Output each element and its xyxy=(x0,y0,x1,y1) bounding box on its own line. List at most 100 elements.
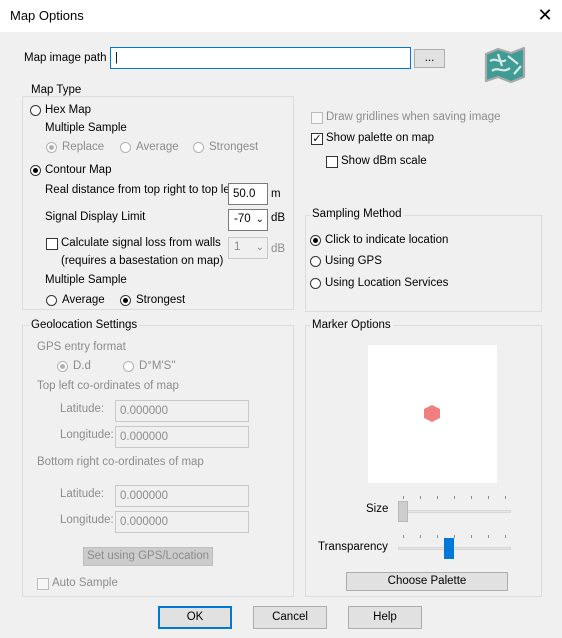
size-tick xyxy=(454,496,455,499)
map-icon xyxy=(484,46,526,84)
calc-signal-loss-label[interactable]: Calculate signal loss from walls xyxy=(61,237,221,249)
wall-loss-select[interactable]: 1 ⌄ xyxy=(228,237,268,259)
using-gps-label[interactable]: Using GPS xyxy=(325,255,382,267)
location-services-radio[interactable] xyxy=(310,278,321,289)
signal-display-limit-select[interactable]: -70 ⌄ xyxy=(228,209,268,231)
set-using-gps-button[interactable]: Set using GPS/Location xyxy=(83,547,213,566)
bottom-right-coords-label: Bottom right co-ordinates of map xyxy=(37,456,204,468)
location-services-label[interactable]: Using Location Services xyxy=(325,277,448,289)
signal-display-limit-unit: dB xyxy=(271,212,286,224)
calc-signal-loss-checkbox[interactable] xyxy=(46,238,58,250)
top-left-latitude-label: Latitude: xyxy=(60,403,105,415)
browse-button[interactable]: ... xyxy=(414,49,445,68)
size-label: Size xyxy=(366,503,389,515)
hex-map-radio[interactable] xyxy=(30,105,41,116)
size-slider-track xyxy=(398,510,511,513)
auto-sample-label[interactable]: Auto Sample xyxy=(52,577,118,589)
using-gps-radio[interactable] xyxy=(310,256,321,267)
transparency-tick xyxy=(420,535,421,538)
contour-average-label[interactable]: Average xyxy=(62,294,105,306)
marker-options-legend: Marker Options xyxy=(310,319,393,331)
contour-strongest-radio[interactable] xyxy=(120,295,131,306)
wall-loss-unit: dB xyxy=(271,243,286,255)
contour-strongest-label[interactable]: Strongest xyxy=(136,294,185,306)
size-tick xyxy=(420,496,421,499)
sampling-method-legend: Sampling Method xyxy=(310,208,404,220)
contour-multiple-sample-label: Multiple Sample xyxy=(45,274,127,286)
hex-average-radio[interactable] xyxy=(120,142,131,153)
transparency-tick xyxy=(437,535,438,538)
contour-average-radio[interactable] xyxy=(46,295,57,306)
size-tick xyxy=(471,496,472,499)
marker-preview xyxy=(368,345,497,483)
hex-map-label[interactable]: Hex Map xyxy=(45,104,91,116)
bottom-right-longitude-label: Longitude: xyxy=(60,514,114,526)
hex-average-label[interactable]: Average xyxy=(136,141,179,153)
bottom-right-latitude-label: Latitude: xyxy=(60,488,105,500)
draw-gridlines-label[interactable]: Draw gridlines when saving image xyxy=(326,111,501,123)
size-tick xyxy=(403,496,404,499)
hex-strongest-radio[interactable] xyxy=(193,142,204,153)
map-image-path-label: Map image path xyxy=(24,52,107,64)
transparency-tick xyxy=(454,535,455,538)
transparency-slider[interactable] xyxy=(398,535,511,561)
close-icon[interactable]: ✕ xyxy=(535,4,555,26)
show-dbm-scale-checkbox[interactable] xyxy=(326,156,338,168)
calc-signal-loss-note: (requires a basestation on map) xyxy=(61,255,224,267)
click-location-radio[interactable] xyxy=(310,235,321,246)
signal-display-limit-label: Signal Display Limit xyxy=(45,211,146,223)
real-distance-label: Real distance from top right to top left xyxy=(45,184,237,196)
show-palette-label[interactable]: Show palette on map xyxy=(326,132,434,144)
dms-radio[interactable] xyxy=(123,361,134,372)
hex-strongest-label[interactable]: Strongest xyxy=(209,141,258,153)
click-location-label[interactable]: Click to indicate location xyxy=(325,234,448,246)
size-slider[interactable] xyxy=(398,496,511,522)
map-image-path-input[interactable]: | xyxy=(110,47,411,69)
real-distance-unit: m xyxy=(271,188,281,200)
replace-label[interactable]: Replace xyxy=(62,141,104,153)
window-title: Map Options xyxy=(10,8,84,23)
transparency-tick xyxy=(488,535,489,538)
wall-loss-value: 1 xyxy=(234,241,241,253)
map-type-legend: Map Type xyxy=(29,84,84,96)
marker-shape xyxy=(424,405,440,422)
ok-button[interactable]: OK xyxy=(158,606,232,629)
transparency-tick xyxy=(505,535,506,538)
contour-map-label[interactable]: Contour Map xyxy=(45,164,111,176)
bottom-right-latitude-input[interactable]: 0.000000 xyxy=(115,485,249,507)
size-tick xyxy=(505,496,506,499)
geolocation-legend: Geolocation Settings xyxy=(29,319,140,331)
chevron-down-icon: ⌄ xyxy=(255,214,264,225)
size-slider-thumb[interactable] xyxy=(398,501,408,522)
top-left-latitude-input[interactable]: 0.000000 xyxy=(115,400,249,422)
help-button[interactable]: Help xyxy=(348,606,422,629)
cancel-button[interactable]: Cancel xyxy=(253,606,327,629)
auto-sample-checkbox[interactable] xyxy=(37,578,49,590)
top-left-longitude-label: Longitude: xyxy=(60,429,114,441)
bottom-right-longitude-input[interactable]: 0.000000 xyxy=(115,511,249,533)
choose-palette-button[interactable]: Choose Palette xyxy=(346,572,508,591)
hex-multiple-sample-label: Multiple Sample xyxy=(45,122,127,134)
dd-label[interactable]: D.d xyxy=(73,360,91,372)
dms-label[interactable]: D°M'S'' xyxy=(139,360,176,372)
replace-radio[interactable] xyxy=(46,142,57,153)
marker-preview-canvas xyxy=(424,405,440,422)
title-bar xyxy=(0,0,562,32)
real-distance-input[interactable]: 50.0 xyxy=(228,183,268,205)
checkmark-icon: ✓ xyxy=(312,133,322,145)
size-tick xyxy=(488,496,489,499)
gps-entry-format-label: GPS entry format xyxy=(37,341,126,353)
chevron-down-icon: ⌄ xyxy=(255,242,264,253)
show-palette-checkbox[interactable]: ✓ xyxy=(311,133,323,145)
top-left-coords-label: Top left co-ordinates of map xyxy=(37,380,179,392)
contour-map-radio[interactable] xyxy=(30,165,41,176)
size-tick xyxy=(437,496,438,499)
transparency-tick xyxy=(471,535,472,538)
transparency-label: Transparency xyxy=(318,541,388,553)
show-dbm-scale-label[interactable]: Show dBm scale xyxy=(341,155,427,167)
dd-radio[interactable] xyxy=(57,361,68,372)
transparency-slider-track xyxy=(398,547,511,550)
top-left-longitude-input[interactable]: 0.000000 xyxy=(115,426,249,448)
draw-gridlines-checkbox[interactable] xyxy=(311,112,323,124)
transparency-slider-thumb[interactable] xyxy=(444,538,454,559)
